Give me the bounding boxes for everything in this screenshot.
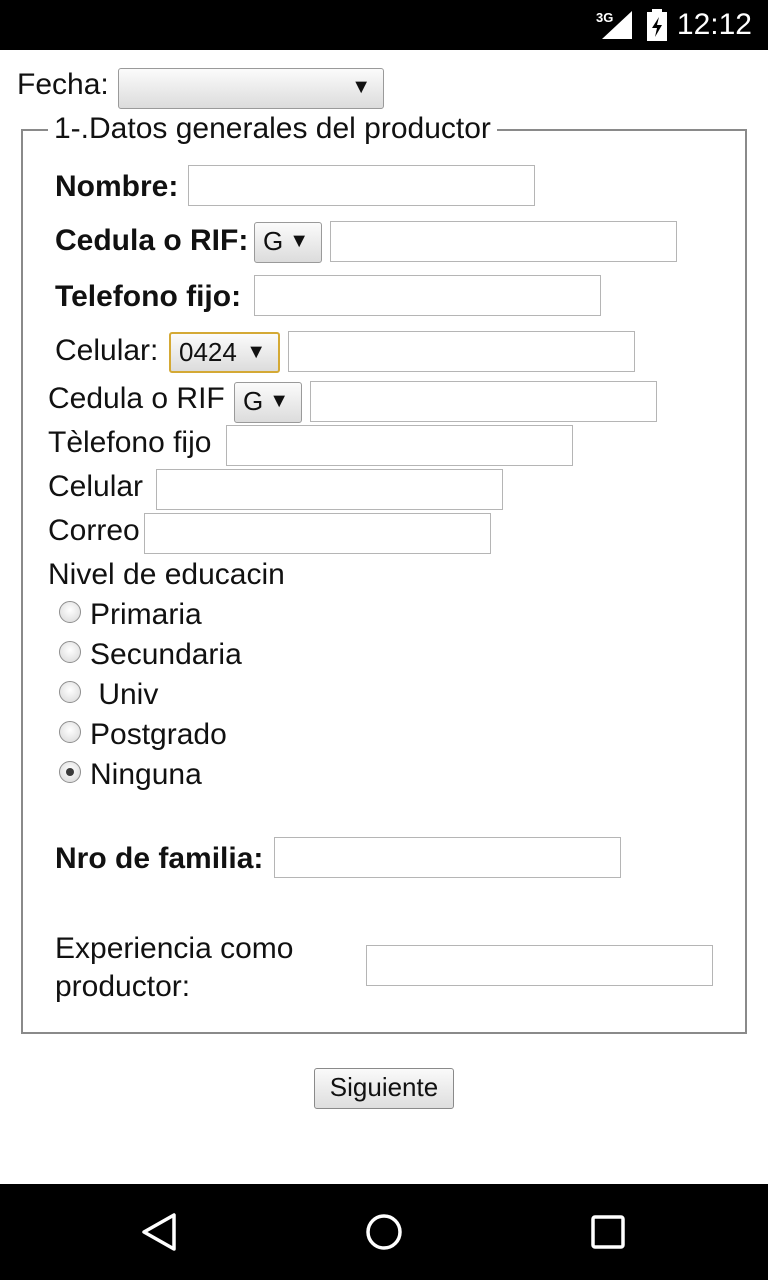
- celular2-label: Celular: [48, 470, 144, 503]
- cedula-label: Cedula o RIF: [48, 382, 225, 415]
- telefono-label: Tèlefono fijo: [48, 426, 212, 459]
- correo-input[interactable]: [144, 513, 491, 554]
- back-icon[interactable]: [140, 1212, 180, 1252]
- radio-secundaria-label: Secundaria: [90, 638, 242, 671]
- recents-icon[interactable]: [588, 1212, 628, 1252]
- cedula-prefix-select[interactable]: G ▼: [234, 382, 302, 423]
- dropdown-arrow-icon: ▼: [351, 76, 371, 98]
- radio-primaria-label: Primaria: [90, 598, 202, 631]
- experiencia-label-line1: Experiencia como: [55, 932, 294, 965]
- correo-label: Correo: [48, 514, 140, 547]
- experiencia-label-line2: productor:: [55, 970, 191, 1003]
- siguiente-button[interactable]: Siguiente: [314, 1068, 454, 1109]
- dropdown-arrow-icon: ▼: [246, 341, 266, 363]
- cedula-bold-input[interactable]: [330, 221, 677, 262]
- radio-ninguna-label: Ninguna: [90, 758, 202, 791]
- fecha-select[interactable]: ▼: [118, 68, 384, 109]
- cedula-bold-prefix-select[interactable]: G ▼: [254, 222, 322, 263]
- telefono-input[interactable]: [226, 425, 573, 466]
- radio-postgrado[interactable]: [59, 721, 81, 743]
- clock: 12:12: [676, 8, 752, 41]
- dropdown-arrow-icon: ▼: [289, 230, 309, 252]
- radio-postgrado-label: Postgrado: [90, 718, 227, 751]
- nombre-input[interactable]: [188, 165, 535, 206]
- cedula-bold-prefix-value: G: [263, 226, 284, 256]
- celular-prefix-select[interactable]: 0424 ▼: [169, 332, 280, 373]
- cedula-bold-label: Cedula o RIF:: [55, 224, 249, 257]
- radio-selected-dot: [66, 768, 74, 776]
- educacion-label: Nivel de educacin: [48, 558, 285, 591]
- radio-secundaria[interactable]: [59, 641, 81, 663]
- fecha-label: Fecha:: [17, 68, 109, 101]
- radio-primaria[interactable]: [59, 601, 81, 623]
- nombre-label: Nombre:: [55, 170, 179, 203]
- celular-prefix-value: 0424: [179, 337, 237, 367]
- familia-input[interactable]: [274, 837, 621, 878]
- cedula-prefix-value: G: [243, 386, 264, 416]
- celular-input[interactable]: [288, 331, 635, 372]
- familia-label: Nro de familia:: [55, 842, 264, 875]
- signal-icon: [602, 11, 632, 39]
- experiencia-input[interactable]: [366, 945, 713, 986]
- cedula-input[interactable]: [310, 381, 657, 422]
- telefono-bold-input[interactable]: [254, 275, 601, 316]
- radio-ninguna[interactable]: [59, 761, 81, 783]
- status-bar: 3G 12:12: [0, 0, 768, 50]
- radio-univ[interactable]: [59, 681, 81, 703]
- celular-label: Celular:: [55, 334, 159, 367]
- fieldset-legend: 1-.Datos generales del productor: [48, 112, 497, 146]
- radio-univ-label: Univ: [90, 678, 159, 711]
- celular2-input[interactable]: [156, 469, 503, 510]
- battery-icon: [647, 9, 667, 41]
- dropdown-arrow-icon: ▼: [269, 390, 289, 412]
- navigation-bar: [0, 1184, 768, 1280]
- telefono-bold-label: Telefono fijo:: [55, 280, 242, 313]
- home-icon[interactable]: [364, 1212, 404, 1252]
